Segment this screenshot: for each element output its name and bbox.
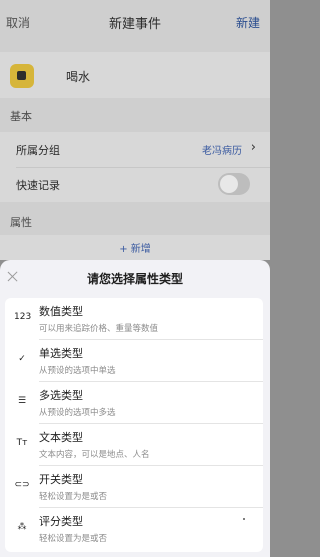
section-label-attributes: 属性 bbox=[10, 216, 32, 229]
cup-icon[interactable] bbox=[10, 64, 34, 88]
sheet-header: 请您选择属性类型 bbox=[0, 260, 270, 298]
option-switch[interactable]: ⊂⊃ 开关类型 轻松设置为是或否 bbox=[5, 466, 263, 508]
option-title: 数值类型 bbox=[39, 305, 83, 318]
option-title: 单选类型 bbox=[39, 347, 83, 360]
toggle-icon: ⊂⊃ bbox=[14, 480, 30, 490]
nav-bar: 取消 新建事件 新建 bbox=[0, 0, 270, 44]
attribute-type-sheet: 请您选择属性类型 123 数值类型 可以用来追踪价格、重量等数值 ✓ 单选类型 … bbox=[0, 260, 270, 557]
group-row[interactable]: 所属分组 老冯病历 › bbox=[0, 132, 270, 168]
option-description: 从预设的选项中多选 bbox=[39, 408, 116, 418]
new-button[interactable]: 新建 bbox=[236, 14, 260, 31]
group-label: 所属分组 bbox=[16, 144, 60, 157]
option-rating[interactable]: ⁂ 评分类型 轻松设置为是或否 bbox=[5, 508, 263, 550]
attributes-card: + 新增 bbox=[0, 235, 270, 260]
event-card[interactable]: 喝水 bbox=[0, 52, 270, 98]
option-text[interactable]: Tт 文本类型 文本内容，可以是地点、人名 bbox=[5, 424, 263, 466]
indicator-dot bbox=[243, 518, 245, 520]
option-single-select[interactable]: ✓ 单选类型 从预设的选项中单选 bbox=[5, 340, 263, 382]
option-title: 多选类型 bbox=[39, 389, 83, 402]
group-value: 老冯病历 bbox=[202, 146, 242, 157]
option-description: 可以用来追踪价格、重量等数值 bbox=[39, 324, 159, 334]
option-description: 从预设的选项中单选 bbox=[39, 366, 116, 376]
list-icon: ☰ bbox=[17, 396, 27, 406]
option-description: 文本内容，可以是地点、人名 bbox=[39, 450, 150, 460]
chevron-right-icon: › bbox=[250, 140, 256, 155]
section-label-basic: 基本 bbox=[10, 110, 32, 123]
option-title: 评分类型 bbox=[39, 515, 83, 528]
text-icon: Tт bbox=[16, 438, 28, 448]
attribute-type-list: 123 数值类型 可以用来追踪价格、重量等数值 ✓ 单选类型 从预设的选项中单选… bbox=[5, 298, 263, 552]
sheet-title: 请您选择属性类型 bbox=[86, 272, 183, 286]
event-name-field[interactable]: 喝水 bbox=[66, 68, 90, 85]
option-number[interactable]: 123 数值类型 可以用来追踪价格、重量等数值 bbox=[5, 298, 263, 340]
add-attribute-button[interactable]: + 新增 bbox=[0, 240, 270, 255]
option-title: 开关类型 bbox=[39, 473, 83, 486]
option-description: 轻松设置为是或否 bbox=[39, 534, 108, 544]
rating-icon: ⁂ bbox=[17, 522, 27, 532]
option-multi-select[interactable]: ☰ 多选类型 从预设的选项中多选 bbox=[5, 382, 263, 424]
number-icon: 123 bbox=[14, 312, 32, 322]
option-title: 文本类型 bbox=[39, 431, 83, 444]
quick-record-row: 快速记录 bbox=[0, 167, 270, 202]
basic-settings-card: 所属分组 老冯病历 › 快速记录 bbox=[0, 132, 270, 202]
quick-record-toggle[interactable] bbox=[218, 173, 250, 195]
check-icon: ✓ bbox=[18, 354, 26, 364]
page-title: 新建事件 bbox=[108, 17, 161, 32]
quick-record-label: 快速记录 bbox=[16, 179, 60, 192]
option-description: 轻松设置为是或否 bbox=[39, 492, 108, 502]
